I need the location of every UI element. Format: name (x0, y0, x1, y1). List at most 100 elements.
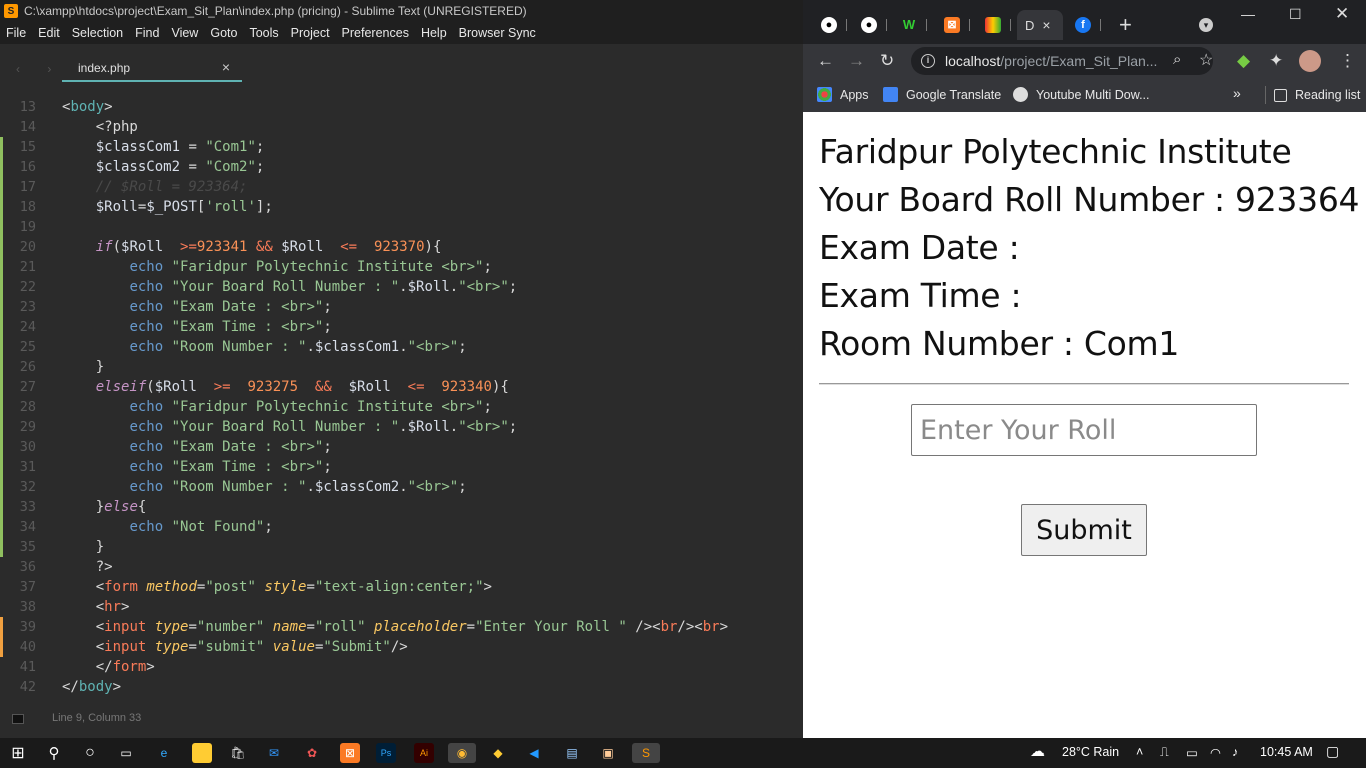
menu-project[interactable]: Project (285, 26, 336, 40)
code-line[interactable]: 29 echo "Your Board Roll Number : ".$Rol… (0, 417, 803, 437)
tab-close-icon[interactable]: × (1042, 17, 1050, 33)
tab-index-php[interactable]: index.php × (62, 54, 242, 82)
back-icon[interactable]: ← (817, 51, 834, 71)
close-window-icon[interactable]: ✕ (1335, 4, 1349, 24)
task-view-icon[interactable]: ▭ (116, 743, 136, 763)
menu-file[interactable]: File (0, 26, 32, 40)
profile-avatar[interactable] (1299, 50, 1321, 72)
code-line[interactable]: 30 echo "Exam Date : <br>"; (0, 437, 803, 457)
volume-icon[interactable]: ♪ (1232, 745, 1238, 759)
weather-icon[interactable]: ☁ (1030, 742, 1045, 760)
bookmark-google-translate[interactable]: Google Translate (883, 87, 1001, 102)
code-line[interactable]: 13 <body> (0, 97, 803, 117)
tab-active-localhost[interactable]: D × (1017, 10, 1063, 40)
tab-close-icon[interactable]: × (222, 59, 230, 75)
code-line[interactable]: 15 $classCom1 = "Com1"; (0, 137, 803, 157)
code-line[interactable]: 14 <?php (0, 117, 803, 137)
weather-text[interactable]: 28°C Rain (1062, 745, 1119, 759)
code-line[interactable]: 37 <form method="post" style="text-align… (0, 577, 803, 597)
code-line[interactable]: 35 } (0, 537, 803, 557)
code-line[interactable]: 36 ?> (0, 557, 803, 577)
maximize-icon[interactable]: ☐ (1289, 6, 1302, 23)
mail-icon[interactable]: ✉ (264, 743, 284, 763)
menu-preferences[interactable]: Preferences (336, 26, 415, 40)
illustrator-icon[interactable]: Ai (414, 743, 434, 763)
new-tab-button[interactable]: + (1119, 14, 1132, 36)
forward-icon[interactable]: → (848, 51, 865, 71)
edge-icon[interactable]: e (154, 743, 174, 763)
app-icon[interactable]: ✿ (302, 743, 322, 763)
menu-browser-sync[interactable]: Browser Sync (453, 26, 542, 40)
extension-icon[interactable]: ◆ (1237, 51, 1250, 71)
app-icon-2[interactable]: ◆ (488, 743, 508, 763)
code-editor[interactable]: 13 <body> 14 <?php 15 $classCom1 = "Com1"; 1… (0, 94, 803, 704)
tray-chevron-icon[interactable]: ˄ (1136, 745, 1143, 759)
bookmark-apps[interactable]: Apps (817, 87, 869, 102)
code-line[interactable]: 17 // $Roll = 923364; (0, 177, 803, 197)
code-line[interactable]: 31 echo "Exam Time : <br>"; (0, 457, 803, 477)
file-explorer-icon[interactable] (192, 743, 212, 763)
vscode-icon[interactable]: ◀ (524, 743, 544, 763)
bookmark-youtube-multi[interactable]: Youtube Multi Dow... (1013, 87, 1150, 102)
reload-icon[interactable]: ↻ (880, 51, 894, 71)
notification-icon[interactable]: ▢ (1326, 743, 1339, 760)
code-line[interactable]: 27 elseif($Roll >= 923275 && $Roll <= 92… (0, 377, 803, 397)
tab-xampp[interactable]: ⊠ (936, 10, 972, 40)
code-line[interactable]: 34 echo "Not Found"; (0, 517, 803, 537)
code-line[interactable]: 38 <hr> (0, 597, 803, 617)
photoshop-icon[interactable]: Ps (376, 743, 396, 763)
code-line[interactable]: 16 $classCom2 = "Com2"; (0, 157, 803, 177)
tab-search-icon[interactable]: ▾ (1199, 18, 1213, 32)
chrome-menu-icon[interactable]: ⋮ (1339, 51, 1356, 71)
bookmark-star-icon[interactable]: ☆ (1199, 50, 1213, 70)
tab-scroll-arrows-icon[interactable]: ‹ › (16, 62, 63, 76)
notepad-icon[interactable]: ▤ (562, 743, 582, 763)
network-icon[interactable]: ⎍ (1160, 745, 1169, 760)
code-line[interactable]: 21 echo "Faridpur Polytechnic Institute … (0, 257, 803, 277)
tab-w[interactable]: W (893, 10, 929, 40)
code-line[interactable]: 32 echo "Room Number : ".$classCom2."<br… (0, 477, 803, 497)
zoom-icon[interactable]: ⌕ (1173, 51, 1181, 68)
code-line[interactable]: 41 </form> (0, 657, 803, 677)
submit-button[interactable]: Submit (1021, 504, 1147, 556)
site-info-icon[interactable]: i (921, 54, 935, 68)
minimize-icon[interactable]: — (1241, 6, 1255, 22)
reading-list-button[interactable]: Reading list (1265, 86, 1360, 104)
menu-find[interactable]: Find (129, 26, 165, 40)
menu-view[interactable]: View (165, 26, 204, 40)
cortana-icon[interactable]: ○ (80, 743, 100, 763)
address-bar[interactable]: i localhost/project/Exam_Sit_Plan... ⌕ ☆ (911, 47, 1213, 75)
code-line[interactable]: 22 echo "Your Board Roll Number : ".$Rol… (0, 277, 803, 297)
xampp-taskbar-icon[interactable]: ⊠ (340, 743, 360, 763)
panel-toggle-icon[interactable] (12, 714, 24, 724)
roll-input[interactable] (911, 404, 1257, 456)
store-icon[interactable]: 🛍 (228, 743, 248, 763)
code-line[interactable]: 40 <input type="submit" value="Submit"/> (0, 637, 803, 657)
battery-icon[interactable]: ▭ (1186, 745, 1198, 760)
tab-github-2[interactable]: ● (853, 10, 889, 40)
extensions-puzzle-icon[interactable]: ✦ (1269, 51, 1283, 71)
tab-facebook[interactable]: f (1067, 10, 1103, 40)
code-line[interactable]: 24 echo "Exam Time : <br>"; (0, 317, 803, 337)
app-icon-3[interactable]: ▣ (598, 743, 618, 763)
tab-colorful[interactable] (977, 10, 1013, 40)
menu-goto[interactable]: Goto (204, 26, 243, 40)
code-line[interactable]: 26 } (0, 357, 803, 377)
tab-github-1[interactable]: ● (813, 10, 849, 40)
code-line[interactable]: 25 echo "Room Number : ".$classCom1."<br… (0, 337, 803, 357)
more-bookmarks-icon[interactable]: » (1233, 85, 1241, 101)
code-line[interactable]: 39 <input type="number" name="roll" plac… (0, 617, 803, 637)
menu-edit[interactable]: Edit (32, 26, 66, 40)
code-line[interactable]: 28 echo "Faridpur Polytechnic Institute … (0, 397, 803, 417)
start-windows-icon[interactable]: ⊞ (8, 743, 28, 763)
code-line[interactable]: 18 $Roll=$_POST['roll']; (0, 197, 803, 217)
code-line[interactable]: 23 echo "Exam Date : <br>"; (0, 297, 803, 317)
code-line[interactable]: 20 if($Roll >=923341 && $Roll <= 923370)… (0, 237, 803, 257)
menu-selection[interactable]: Selection (66, 26, 129, 40)
wifi-icon[interactable]: ◠ (1210, 745, 1221, 760)
menu-tools[interactable]: Tools (243, 26, 284, 40)
menu-help[interactable]: Help (415, 26, 453, 40)
code-line[interactable]: 19 (0, 217, 803, 237)
clock[interactable]: 10:45 AM (1260, 745, 1313, 759)
code-line[interactable]: 33 }else{ (0, 497, 803, 517)
